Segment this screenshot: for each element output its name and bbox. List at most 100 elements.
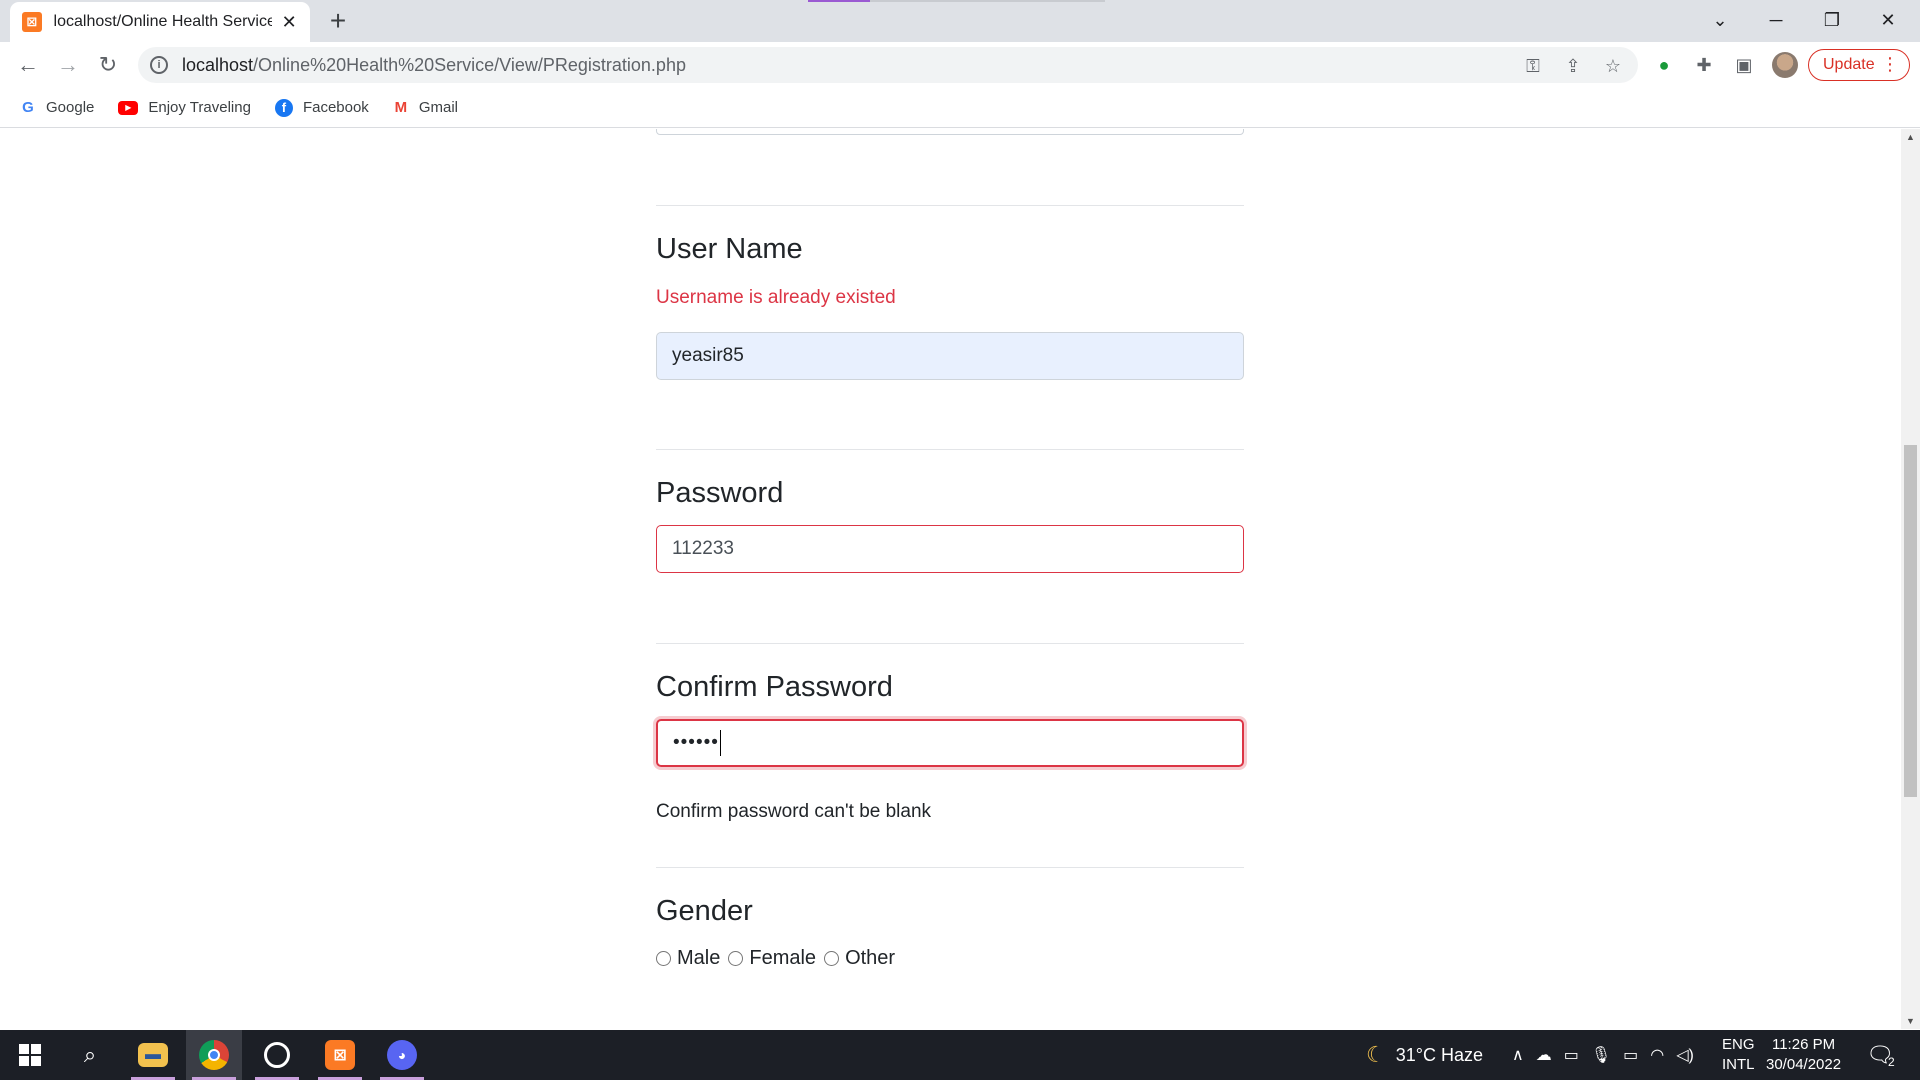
username-error: Username is already existed bbox=[656, 287, 896, 308]
weather-text: 31°C Haze bbox=[1395, 1044, 1483, 1065]
tab-strip-indicator bbox=[808, 0, 870, 2]
bookmark-enjoy-traveling[interactable]: ▶ Enjoy Traveling bbox=[118, 99, 251, 116]
gender-male-radio[interactable] bbox=[656, 951, 671, 966]
gender-male-label[interactable]: Male bbox=[677, 947, 720, 970]
clock-time: 11:26 PM bbox=[1771, 1036, 1836, 1053]
password-input[interactable]: 112233 bbox=[656, 525, 1244, 573]
windows-taskbar: ⌕ ▬ ⊠ ◕ ☾ 31°C Haze ∧ ☁ ▭ 🎙︎ ▭ ◠ ◁) ENG … bbox=[0, 1030, 1920, 1080]
tab-strip-indicator-secondary bbox=[870, 0, 1105, 2]
bookmark-label: Facebook bbox=[302, 99, 369, 116]
text-caret bbox=[719, 730, 721, 756]
divider bbox=[656, 643, 1244, 644]
confirm-password-label: Confirm Password bbox=[656, 671, 893, 703]
gender-other-radio[interactable] bbox=[824, 951, 840, 966]
bookmark-facebook[interactable]: f Facebook bbox=[274, 98, 369, 117]
username-label: User Name bbox=[656, 233, 803, 265]
extensions-puzzle-icon[interactable]: ✚ bbox=[1692, 53, 1716, 77]
update-button[interactable]: Update ⋮ bbox=[1808, 49, 1910, 81]
new-tab-button[interactable]: + bbox=[322, 6, 354, 38]
key-icon[interactable]: ⚿ bbox=[1522, 55, 1544, 77]
moon-weather-icon: ☾ bbox=[1366, 1042, 1386, 1067]
battery-icon[interactable]: ▭ bbox=[1623, 1045, 1638, 1065]
clock[interactable]: 11:26 PM 30/04/2022 bbox=[1766, 1030, 1841, 1080]
keyboard-layout: INTL bbox=[1722, 1056, 1755, 1073]
volume-icon[interactable]: ◁) bbox=[1676, 1045, 1694, 1065]
onedrive-cloud-icon[interactable]: ☁ bbox=[1536, 1045, 1552, 1065]
folder-icon: ▬ bbox=[138, 1043, 168, 1067]
taskbar-app-dial[interactable] bbox=[249, 1030, 305, 1080]
tab-bar: ⊠ localhost/Online Health Service/View/P… bbox=[0, 0, 1920, 42]
password-value: 112233 bbox=[672, 538, 734, 559]
browser-toolbar: ← → ↻ i localhost/Online%20Health%20Serv… bbox=[0, 42, 1920, 88]
browser-tab[interactable]: ⊠ localhost/Online Health Service/View/P… bbox=[10, 2, 310, 42]
taskbar-discord[interactable]: ◕ bbox=[374, 1030, 430, 1080]
divider bbox=[656, 867, 1244, 868]
wifi-icon[interactable]: ◠ bbox=[1650, 1045, 1664, 1065]
side-panel-icon[interactable]: ▣ bbox=[1732, 53, 1756, 77]
back-arrow-icon[interactable]: ← bbox=[12, 49, 44, 81]
taskbar-xampp[interactable]: ⊠ bbox=[312, 1030, 368, 1080]
bookmark-label: Gmail bbox=[418, 99, 458, 116]
menu-dots-icon: ⋮ bbox=[1881, 54, 1899, 74]
taskbar-file-explorer[interactable]: ▬ bbox=[125, 1030, 181, 1080]
gender-female-radio[interactable] bbox=[728, 951, 744, 966]
show-hidden-icons-chevron-icon[interactable]: ∧ bbox=[1512, 1045, 1524, 1065]
share-icon[interactable]: ⇪ bbox=[1562, 55, 1584, 77]
gender-female-label[interactable]: Female bbox=[749, 947, 816, 970]
bookmark-google[interactable]: G Google bbox=[20, 99, 94, 116]
page-viewport: User Name Username is already existed ye… bbox=[0, 129, 1901, 1029]
forward-arrow-icon[interactable]: → bbox=[52, 49, 84, 81]
bookmark-gmail[interactable]: M Gmail bbox=[393, 99, 458, 116]
start-button[interactable] bbox=[2, 1030, 58, 1080]
gmail-icon: M bbox=[394, 99, 408, 116]
input-language-indicator[interactable]: ENG INTL bbox=[1722, 1030, 1755, 1080]
confirm-password-value: •••••• bbox=[673, 732, 719, 753]
bookmarks-bar: G Google ▶ Enjoy Traveling f Facebook M … bbox=[0, 88, 1920, 128]
facebook-icon: f bbox=[274, 98, 293, 117]
bookmark-label: Enjoy Traveling bbox=[148, 99, 251, 116]
restore-button[interactable]: ❐ bbox=[1804, 0, 1860, 40]
language-code: ENG bbox=[1722, 1036, 1755, 1053]
extension-globe-icon[interactable]: ● bbox=[1652, 53, 1676, 77]
system-tray: ∧ ☁ ▭ 🎙︎ ▭ ◠ ◁) bbox=[1512, 1030, 1694, 1080]
divider bbox=[656, 449, 1244, 450]
confirm-password-message: Confirm password can't be blank bbox=[656, 801, 932, 822]
previous-field-input[interactable] bbox=[656, 129, 1244, 135]
clock-date: 30/04/2022 bbox=[1766, 1056, 1842, 1073]
close-tab-icon[interactable]: ✕ bbox=[280, 12, 298, 33]
scrollbar-thumb[interactable] bbox=[1904, 445, 1917, 797]
bookmark-star-icon[interactable]: ☆ bbox=[1602, 55, 1624, 77]
gender-label: Gender bbox=[656, 895, 753, 927]
reload-icon[interactable]: ↻ bbox=[92, 49, 124, 81]
gender-other-label[interactable]: Other bbox=[845, 947, 895, 970]
search-button[interactable]: ⌕ bbox=[62, 1030, 118, 1080]
profile-avatar[interactable] bbox=[1772, 52, 1798, 78]
address-bar[interactable]: i localhost/Online%20Health%20Service/Vi… bbox=[138, 47, 1638, 83]
scroll-down-arrow-icon[interactable]: ▼ bbox=[1901, 1013, 1920, 1029]
url-path: /Online%20Health%20Service/View/PRegistr… bbox=[253, 54, 686, 75]
notification-center-button[interactable]: 🗨︎ 2 bbox=[1866, 1030, 1895, 1080]
google-icon: G bbox=[22, 99, 34, 116]
notification-count: 2 bbox=[1887, 1055, 1895, 1069]
password-label: Password bbox=[656, 477, 784, 509]
taskbar-chrome[interactable] bbox=[186, 1030, 242, 1080]
weather-widget[interactable]: ☾ 31°C Haze bbox=[1366, 1030, 1483, 1080]
username-input[interactable]: yeasir85 bbox=[656, 332, 1244, 380]
search-icon: ⌕ bbox=[83, 1042, 97, 1067]
site-info-icon[interactable]: i bbox=[150, 56, 168, 74]
tab-search-icon[interactable]: ⌄ bbox=[1692, 0, 1748, 40]
page-scrollbar[interactable]: ▲ ▼ bbox=[1901, 129, 1920, 1029]
microphone-icon[interactable]: 🎙︎ bbox=[1591, 1045, 1611, 1065]
confirm-password-input[interactable]: •••••• bbox=[656, 719, 1244, 767]
youtube-icon: ▶ bbox=[118, 100, 139, 115]
scroll-up-arrow-icon[interactable]: ▲ bbox=[1901, 129, 1920, 145]
chrome-icon bbox=[199, 1040, 229, 1070]
update-label: Update bbox=[1823, 56, 1875, 73]
url-host: localhost bbox=[182, 54, 254, 75]
meet-now-icon[interactable]: ▭ bbox=[1564, 1045, 1579, 1065]
username-value: yeasir85 bbox=[672, 345, 744, 366]
bookmark-label: Google bbox=[46, 99, 95, 116]
divider bbox=[656, 205, 1244, 206]
minimize-button[interactable]: ─ bbox=[1748, 0, 1804, 40]
close-window-button[interactable]: ✕ bbox=[1860, 0, 1916, 40]
